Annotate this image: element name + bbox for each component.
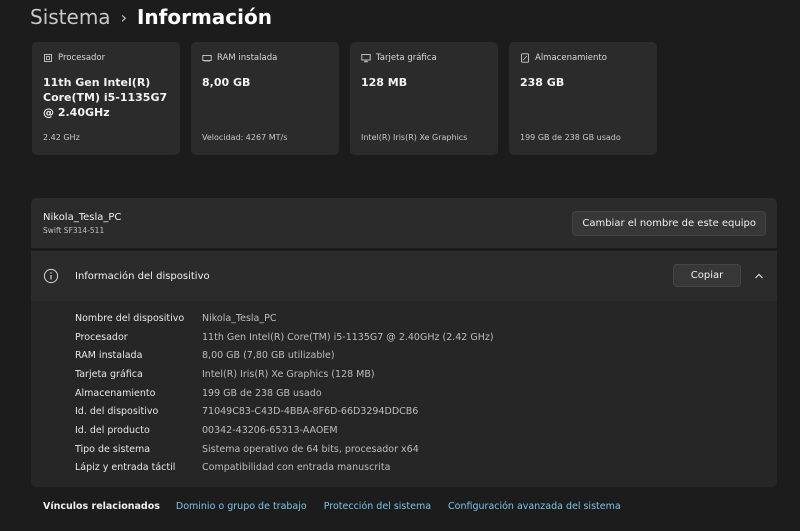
device-spec-table: Nombre del dispositivo Nikola_Tesla_PC Pr… bbox=[75, 309, 494, 477]
link-system-protection[interactable]: Protección del sistema bbox=[324, 501, 431, 512]
card-label: Tarjeta gráfica bbox=[376, 53, 437, 63]
ram-icon bbox=[202, 55, 212, 62]
spec-value: 199 GB de 238 GB usado bbox=[202, 387, 322, 399]
table-row: Procesador 11th Gen Intel(R) Core(TM) i5-… bbox=[75, 328, 494, 347]
breadcrumb-parent[interactable]: Sistema bbox=[30, 5, 111, 29]
spec-label: Nombre del dispositivo bbox=[75, 312, 185, 324]
processor-icon bbox=[44, 54, 52, 62]
device-info-header[interactable]: Información del dispositivo Copiar bbox=[31, 251, 777, 301]
spec-value: Intel(R) Iris(R) Xe Graphics (128 MB) bbox=[202, 368, 375, 380]
device-name-panel: Nikola_Tesla_PC Swift SF314-511 Cambiar … bbox=[31, 198, 777, 248]
info-icon bbox=[43, 268, 59, 284]
card-ram: RAM instalada 8,00 GB Velocidad: 4267 MT… bbox=[191, 42, 339, 155]
table-row: Tipo de sistema Sistema operativo de 64 b… bbox=[75, 440, 494, 459]
copy-button[interactable]: Copiar bbox=[673, 264, 741, 287]
storage-icon bbox=[521, 53, 529, 63]
spec-label: RAM instalada bbox=[75, 350, 143, 362]
chevron-right-icon: › bbox=[120, 7, 127, 27]
device-info-panel: Información del dispositivo Copiar Nombr… bbox=[31, 251, 777, 487]
rename-pc-button[interactable]: Cambiar el nombre de este equipo bbox=[572, 210, 766, 236]
spec-label: Almacenamiento bbox=[75, 387, 156, 399]
spec-value: 8,00 GB (7,80 GB utilizable) bbox=[202, 350, 335, 362]
device-info-title: Información del dispositivo bbox=[75, 270, 210, 282]
card-sub: Velocidad: 4267 MT/s bbox=[202, 133, 288, 142]
spec-value: 11th Gen Intel(R) Core(TM) i5-1135G7 @ 2… bbox=[202, 331, 494, 343]
spec-label: Id. del dispositivo bbox=[75, 406, 159, 418]
spec-value: 00342-43206-65313-AAOEM bbox=[202, 424, 338, 436]
breadcrumb: Sistema › Información bbox=[30, 2, 272, 32]
card-value: 128 MB bbox=[361, 76, 408, 89]
related-links-title: Vínculos relacionados bbox=[43, 500, 160, 512]
table-row: Lápiz y entrada táctil Compatibilidad con… bbox=[75, 459, 494, 478]
related-links: Vínculos relacionados Dominio o grupo de… bbox=[31, 491, 777, 521]
card-value: 11th Gen Intel(R) Core(TM) i5-1135G7 @ 2… bbox=[43, 76, 168, 119]
spec-value: 71049C83-C43D-4BBA-8F6D-66D3294DDCB6 bbox=[202, 406, 419, 418]
table-row: Id. del dispositivo 71049C83-C43D-4BBA-8F… bbox=[75, 402, 494, 421]
card-storage: Almacenamiento 238 GB 199 GB de 238 GB u… bbox=[509, 42, 657, 155]
card-label: RAM instalada bbox=[217, 53, 278, 63]
spec-label: Tarjeta gráfica bbox=[75, 368, 143, 380]
chevron-up-icon[interactable] bbox=[753, 270, 765, 282]
spec-value: Nikola_Tesla_PC bbox=[202, 312, 277, 324]
gpu-icon bbox=[361, 54, 371, 63]
link-advanced-system-settings[interactable]: Configuración avanzada del sistema bbox=[448, 501, 621, 512]
table-row: RAM instalada 8,00 GB (7,80 GB utilizable… bbox=[75, 346, 494, 365]
card-label: Procesador bbox=[58, 53, 106, 63]
card-value: 8,00 GB bbox=[202, 76, 251, 89]
spec-value: Sistema operativo de 64 bits, procesador… bbox=[202, 443, 419, 455]
page-title: Información bbox=[136, 5, 272, 29]
table-row: Tarjeta gráfica Intel(R) Iris(R) Xe Graph… bbox=[75, 365, 494, 384]
device-model: Swift SF314-511 bbox=[43, 225, 105, 235]
spec-cards: Procesador 11th Gen Intel(R) Core(TM) i5… bbox=[32, 42, 657, 155]
spec-label: Tipo de sistema bbox=[75, 443, 151, 455]
spec-label: Lápiz y entrada táctil bbox=[75, 462, 176, 474]
card-sub: Intel(R) Iris(R) Xe Graphics bbox=[361, 133, 468, 142]
table-row: Id. del producto 00342-43206-65313-AAOEM bbox=[75, 421, 494, 440]
card-value: 238 GB bbox=[520, 76, 565, 89]
table-row: Nombre del dispositivo Nikola_Tesla_PC bbox=[75, 309, 494, 328]
card-processor: Procesador 11th Gen Intel(R) Core(TM) i5… bbox=[32, 42, 180, 155]
link-domain-workgroup[interactable]: Dominio o grupo de trabajo bbox=[176, 501, 307, 512]
card-label: Almacenamiento bbox=[535, 53, 607, 63]
spec-label: Procesador bbox=[75, 331, 128, 343]
spec-label: Id. del producto bbox=[75, 424, 150, 436]
table-row: Almacenamiento 199 GB de 238 GB usado bbox=[75, 384, 494, 403]
card-sub: 199 GB de 238 GB usado bbox=[520, 133, 621, 142]
card-gpu: Tarjeta gráfica 128 MB Intel(R) Iris(R) … bbox=[350, 42, 498, 155]
spec-value: Compatibilidad con entrada manuscrita bbox=[202, 462, 391, 474]
device-name: Nikola_Tesla_PC bbox=[43, 211, 122, 223]
card-sub: 2.42 GHz bbox=[43, 133, 80, 142]
